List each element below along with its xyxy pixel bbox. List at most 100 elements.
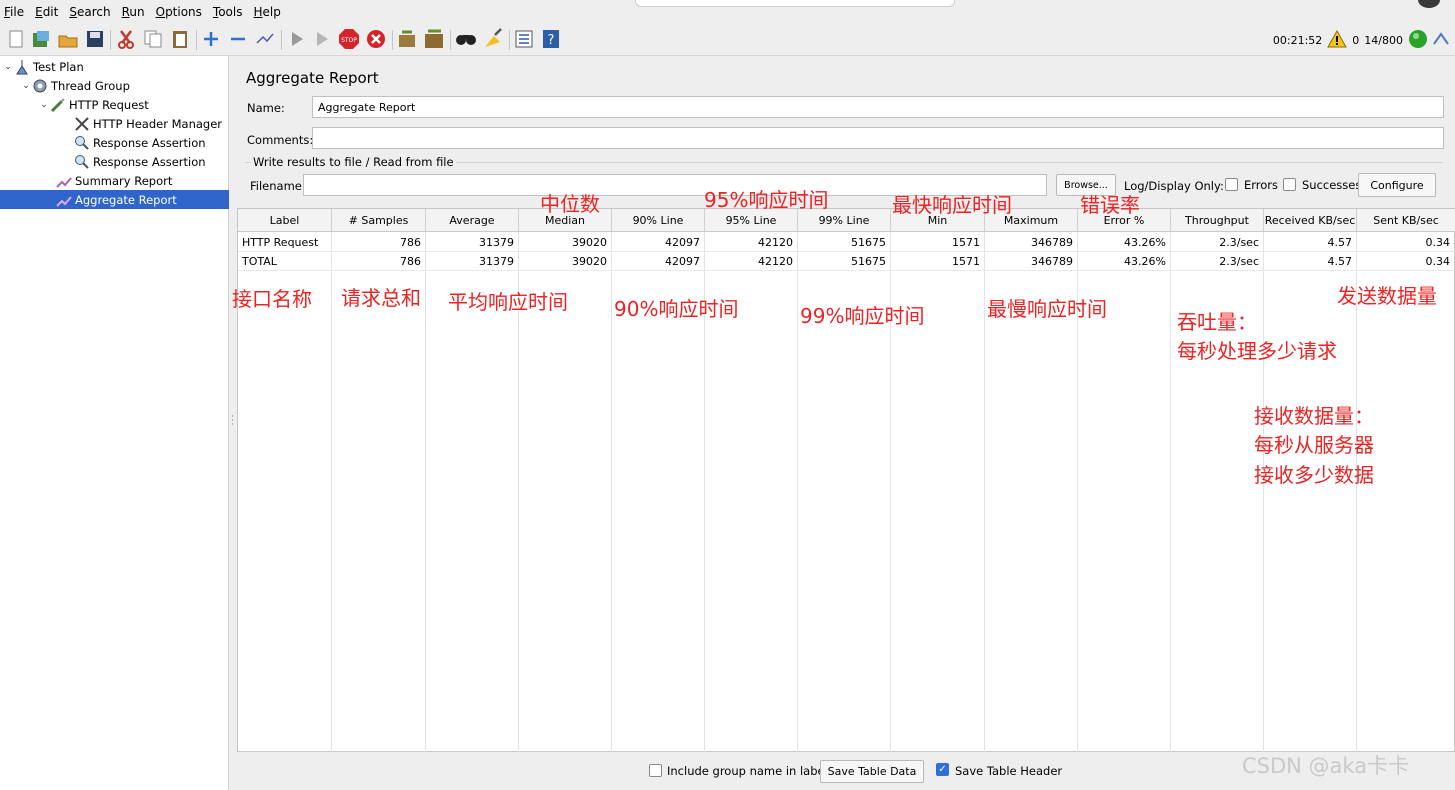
table-cell: 51675 — [851, 255, 886, 268]
gear-icon — [32, 78, 48, 94]
column-header-sent[interactable]: Sent KB/sec — [1357, 209, 1455, 232]
annotation-max: 最慢响应时间 — [987, 297, 1107, 321]
annotation-received-desc-2: 接收多少数据 — [1254, 463, 1374, 487]
filename-label: Filename — [250, 179, 302, 193]
clear-icon[interactable] — [396, 27, 418, 51]
status-area: 00:21:52 0 14/800 — [1273, 24, 1455, 56]
tree-item-response-assertion-1[interactable]: Response Assertion — [74, 133, 206, 152]
include-group-checkbox[interactable] — [649, 764, 662, 777]
report-icon — [56, 173, 72, 189]
tree-item-summary-report[interactable]: Summary Report — [56, 171, 172, 190]
table-cell: TOTAL — [242, 255, 277, 268]
errors-checkbox[interactable] — [1225, 178, 1238, 191]
clear-all-icon[interactable] — [423, 27, 445, 51]
table-cell: 42120 — [758, 236, 793, 249]
annotation-samples: 请求总和 — [341, 286, 421, 310]
annotation-sent: 发送数据量 — [1337, 284, 1437, 308]
start-no-pause-icon[interactable] — [311, 27, 333, 51]
tree-panel: ⌄ Test Plan ⌄ Thread Group ⌄ HTTP Reques… — [0, 56, 229, 790]
annotation-99-line: 99%响应时间 — [800, 304, 925, 328]
copy-icon[interactable] — [142, 27, 164, 51]
reset-search-icon[interactable] — [482, 27, 504, 51]
magnifier-icon — [74, 135, 90, 151]
toolbar: STOP ? — [0, 24, 1455, 56]
column-header-average[interactable]: Average — [426, 209, 519, 232]
comments-label: Comments: — [247, 133, 314, 147]
table-cell: HTTP Request — [242, 236, 319, 249]
menu-edit[interactable]: Edit — [30, 5, 64, 19]
chevron-down-icon[interactable]: ⌄ — [38, 100, 50, 110]
menu-search[interactable]: Search — [64, 5, 116, 19]
help-icon[interactable]: ? — [540, 27, 562, 51]
annotation-received-title: 接收数据量： — [1254, 404, 1374, 428]
table-row[interactable]: TOTAL 786 31379 39020 42097 42120 51675 … — [238, 252, 1455, 271]
tree-item-aggregate-report[interactable]: Aggregate Report — [0, 190, 229, 209]
tree-item-header-manager[interactable]: HTTP Header Manager — [74, 114, 222, 133]
tree-item-test-plan[interactable]: ⌄ Test Plan — [2, 57, 84, 76]
errors-label: Errors — [1244, 178, 1279, 192]
shutdown-icon[interactable] — [365, 27, 387, 51]
svg-text:?: ? — [548, 33, 555, 48]
save-table-header-checkbox[interactable]: ✓ — [936, 763, 949, 776]
table-cell: 31379 — [479, 236, 514, 249]
successes-checkbox[interactable] — [1283, 178, 1296, 191]
table-cell: 43.26% — [1124, 255, 1166, 268]
column-header-samples[interactable]: # Samples — [332, 209, 426, 232]
function-helper-icon[interactable] — [513, 27, 535, 51]
column-header-throughput[interactable]: Throughput — [1171, 209, 1264, 232]
column-header-label[interactable]: Label — [238, 209, 332, 232]
configure-button[interactable]: Configure — [1358, 173, 1436, 197]
table-cell: 4.57 — [1327, 255, 1353, 268]
table-cell: 1571 — [952, 255, 980, 268]
table-cell: 42097 — [665, 255, 700, 268]
comments-field[interactable] — [312, 127, 1444, 149]
magnifier-icon — [74, 154, 90, 170]
save-icon[interactable] — [84, 27, 106, 51]
menu-run[interactable]: Run — [117, 5, 151, 19]
annotation-throughput-desc: 每秒处理多少请求 — [1177, 339, 1337, 363]
menu-file[interactable]: File — [0, 5, 30, 19]
start-icon[interactable] — [286, 27, 308, 51]
chevron-down-icon[interactable]: ⌄ — [2, 62, 14, 72]
warning-icon[interactable] — [1327, 29, 1348, 51]
splitter-handle-icon[interactable]: · · · — [231, 413, 234, 430]
stop-icon[interactable]: STOP — [338, 27, 360, 51]
annotation-average: 平均响应时间 — [448, 290, 568, 314]
templates-icon[interactable] — [30, 27, 52, 51]
collapse-icon[interactable] — [227, 27, 249, 51]
tree-item-response-assertion-2[interactable]: Response Assertion — [74, 152, 206, 171]
annotation-throughput-title: 吞吐量： — [1177, 310, 1257, 334]
name-field[interactable]: Aggregate Report — [312, 96, 1444, 118]
table-cell: 31379 — [479, 255, 514, 268]
report-icon — [56, 192, 72, 208]
annotation-error: 错误率 — [1080, 193, 1140, 217]
thread-count: 14/800 — [1364, 33, 1403, 47]
menu-options[interactable]: Options — [151, 5, 208, 19]
table-row[interactable]: HTTP Request 786 31379 39020 42097 42120… — [238, 233, 1455, 252]
paste-icon[interactable] — [169, 27, 191, 51]
tree-item-label: Test Plan — [33, 59, 84, 74]
tree-item-label: Thread Group — [51, 78, 130, 93]
open-icon[interactable] — [57, 27, 79, 51]
new-icon[interactable] — [5, 27, 27, 51]
table-cell: 51675 — [851, 236, 886, 249]
tree-item-http-request[interactable]: ⌄ HTTP Request — [38, 95, 149, 114]
table-cell: 42097 — [665, 236, 700, 249]
menu-help[interactable]: Help — [249, 5, 287, 19]
save-table-data-button[interactable]: Save Table Data — [820, 760, 924, 783]
expand-icon[interactable] — [200, 27, 222, 51]
toggle-icon[interactable] — [254, 27, 276, 51]
tools-icon — [74, 116, 90, 132]
pipette-icon — [50, 97, 66, 113]
menu-tools[interactable]: Tools — [208, 5, 249, 19]
annotation-received-desc-1: 每秒从服务器 — [1254, 433, 1374, 457]
table-cell: 786 — [400, 236, 421, 249]
column-header-90-line[interactable]: 90% Line — [612, 209, 705, 232]
table-cell: 2.3/sec — [1219, 236, 1259, 249]
tree-item-thread-group[interactable]: ⌄ Thread Group — [20, 76, 130, 95]
chevron-down-icon[interactable]: ⌄ — [20, 81, 32, 91]
column-header-received[interactable]: Received KB/sec — [1264, 209, 1357, 232]
cut-icon[interactable] — [115, 27, 137, 51]
tree-item-label: Summary Report — [75, 173, 173, 188]
search-icon[interactable] — [455, 27, 477, 51]
